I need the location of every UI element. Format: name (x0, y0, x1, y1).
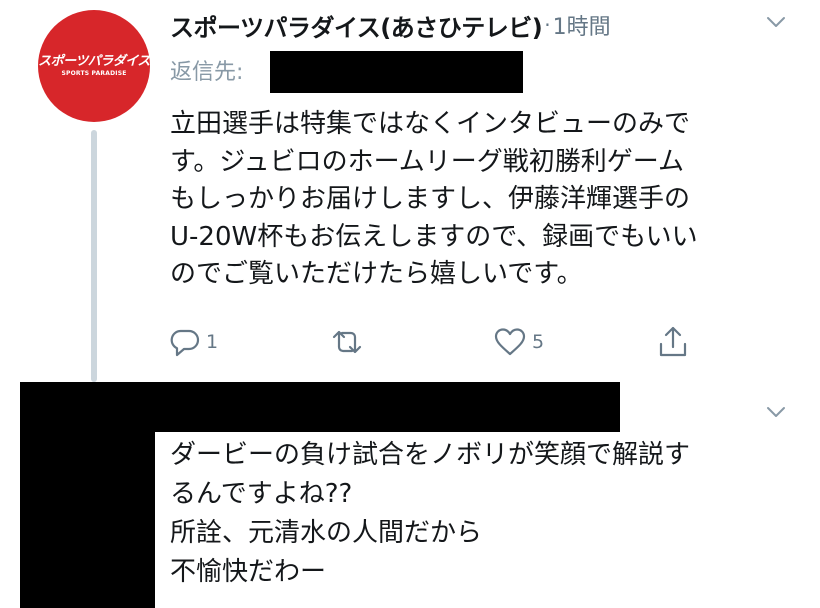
tweet-text-line: のでご覧いただけたら嬉しいです。 (170, 259, 583, 289)
display-name[interactable]: スポーツパラダイス(あさひテレビ) (170, 8, 543, 43)
reply-button[interactable]: 1 (168, 322, 218, 362)
chevron-down-icon[interactable] (765, 14, 787, 30)
redacted-reply-to-handle (270, 51, 523, 93)
reply-count: 1 (206, 331, 219, 353)
reply-icon (168, 325, 202, 359)
reply-to-label: 返信先: (170, 60, 244, 85)
retweet-button[interactable] (328, 322, 370, 362)
retweet-icon (328, 325, 366, 359)
tweet-text-line: もしっかりお届けしますし、伊藤洋輝選手の (170, 184, 691, 214)
heart-icon (492, 325, 528, 359)
redacted-reply-avatar (20, 430, 155, 608)
logo-subtext: SPORTS PARADISE (61, 69, 127, 77)
like-button[interactable]: 5 (492, 322, 544, 362)
timestamp[interactable]: 1時間 (553, 9, 611, 41)
reply-tweet-text: ダービーの負け試合をノボリが笑顔で解説す るんですよね?? 所詮、元清水の人間だ… (170, 436, 790, 592)
reply-text-line: 所詮、元清水の人間だから (170, 518, 483, 548)
redacted-reply-author (20, 382, 620, 432)
reply-text-line: ダービーの負け試合をノボリが笑顔で解説す (170, 440, 691, 470)
like-count: 5 (532, 331, 545, 353)
avatar[interactable]: スポーツパラダイス SPORTS PARADISE (38, 10, 150, 122)
share-icon (656, 324, 690, 360)
separator-dot: · (544, 13, 551, 37)
chevron-down-icon[interactable] (765, 404, 787, 420)
reply-text-line: 不愉快だわー (170, 557, 327, 587)
logo-text: スポーツパラダイス (38, 53, 150, 69)
reply-to-line: 返信先: (170, 52, 243, 88)
sports-paradise-logo: スポーツパラダイス SPORTS PARADISE (38, 54, 150, 77)
tweet-text-line: す。ジュビロのホームリーグ戦初勝利ゲーム (170, 146, 685, 177)
reply-text-line: るんですよね?? (170, 479, 353, 509)
share-button[interactable] (656, 322, 690, 362)
tweet-header: スポーツパラダイス(あさひテレビ) · 1時間 (170, 6, 611, 44)
tweet-text-line: U-20W杯もお伝えしますので、録画でもいい (170, 221, 698, 252)
tweet-text: 立田選手は特集ではなくインタビューのみで す。ジュビロのホームリーグ戦初勝利ゲー… (170, 106, 780, 294)
thread-connector-line (91, 130, 97, 382)
tweet-text-line: 立田選手は特集ではなくインタビューのみで (170, 109, 691, 139)
tweet-actions: 1 5 (168, 322, 698, 362)
